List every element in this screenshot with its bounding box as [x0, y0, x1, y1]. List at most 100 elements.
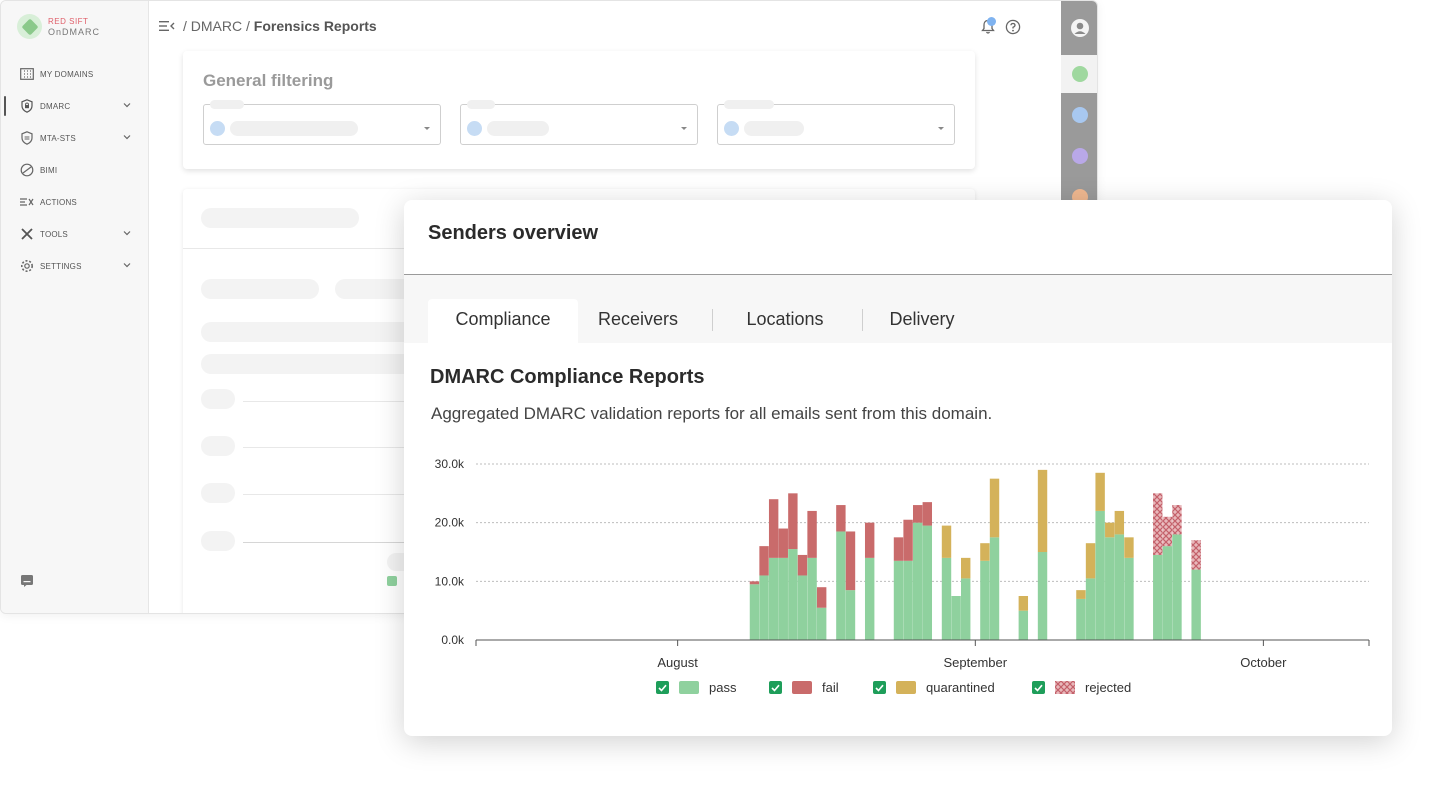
bar-segment-quarantined[interactable] — [1018, 596, 1029, 611]
bar-segment-pass[interactable] — [912, 522, 923, 640]
hardenize-app-icon[interactable] — [1061, 137, 1097, 175]
bar-segment-pass[interactable] — [951, 596, 961, 640]
breadcrumb: / DMARC / Forensics Reports — [183, 18, 377, 34]
chevron-down-icon[interactable] — [123, 229, 131, 238]
bar-segment-fail[interactable] — [836, 505, 846, 532]
bar-segment-quarantined[interactable] — [989, 478, 1000, 538]
bar-segment-pass[interactable] — [864, 557, 875, 640]
bar-segment-pass[interactable] — [749, 584, 760, 640]
tab-delivery[interactable]: Delivery — [874, 299, 970, 343]
bar-segment-pass[interactable] — [980, 560, 990, 640]
bar-segment-pass[interactable] — [1085, 578, 1096, 640]
bar-segment-pass[interactable] — [1114, 534, 1125, 640]
sidebar-item-bimi[interactable]: BIMI — [1, 154, 149, 186]
bar-segment-pass[interactable] — [778, 557, 788, 640]
bar-segment-quarantined[interactable] — [1037, 469, 1048, 552]
bar-segment-fail[interactable] — [912, 505, 923, 523]
bar-segment-pass[interactable] — [788, 549, 798, 640]
bar-segment-pass[interactable] — [941, 557, 952, 640]
legend-item-rejected[interactable]: rejected — [1032, 680, 1131, 695]
bar-segment-fail[interactable] — [778, 528, 788, 558]
bar-segment-pass[interactable] — [768, 557, 779, 640]
bar-segment-quarantined[interactable] — [1076, 590, 1086, 599]
bar-segment-quarantined[interactable] — [1105, 522, 1115, 538]
help-icon[interactable] — [1005, 19, 1021, 40]
bar-segment-pass[interactable] — [1153, 554, 1163, 640]
bar-segment-fail[interactable] — [807, 510, 817, 558]
legend-item-quarantined[interactable]: quarantined — [873, 680, 995, 695]
bar-segment-quarantined[interactable] — [1095, 472, 1105, 511]
legend-item-fail[interactable]: fail — [769, 680, 839, 695]
brand-trust-app-icon[interactable] — [1061, 96, 1097, 134]
bar-segment-fail[interactable] — [893, 537, 904, 561]
bar-segment-pass[interactable] — [961, 578, 971, 640]
legend-item-pass[interactable]: pass — [656, 680, 736, 695]
bar-segment-fail[interactable] — [759, 546, 769, 576]
chevron-down-icon[interactable] — [123, 133, 131, 142]
user-avatar-icon[interactable] — [1070, 18, 1090, 38]
bar-segment-pass[interactable] — [922, 525, 933, 640]
bar-segment-pass[interactable] — [1124, 557, 1134, 640]
bar-segment-pass[interactable] — [1076, 598, 1086, 640]
bar-segment-pass[interactable] — [759, 575, 769, 640]
bar-segment-rejected[interactable] — [1162, 516, 1173, 547]
bar-segment-fail[interactable] — [788, 493, 798, 550]
breadcrumb-parent[interactable]: DMARC — [191, 18, 242, 34]
bar-segment-pass[interactable] — [1037, 552, 1048, 640]
bar-segment-quarantined[interactable] — [980, 543, 990, 561]
sidebar-item-settings[interactable]: SETTINGS — [1, 250, 149, 282]
checkbox-checked-icon[interactable] — [1032, 681, 1045, 694]
bar-segment-rejected[interactable] — [1153, 493, 1163, 555]
sidebar-item-tools[interactable]: TOOLS — [1, 218, 149, 250]
bar-segment-pass[interactable] — [903, 560, 913, 640]
bar-segment-pass[interactable] — [1191, 569, 1201, 640]
bar-segment-pass[interactable] — [797, 575, 808, 640]
bar-segment-fail[interactable] — [768, 499, 779, 558]
bar-segment-fail[interactable] — [922, 502, 933, 526]
chat-icon[interactable] — [20, 574, 34, 593]
filter-select-1[interactable] — [203, 100, 441, 145]
filter-select-3[interactable] — [717, 100, 955, 145]
bar-segment-pass[interactable] — [845, 590, 856, 640]
bar-segment-rejected[interactable] — [1191, 540, 1201, 570]
bar-segment-rejected[interactable] — [1172, 505, 1182, 535]
logo: RED SIFT OnDMARC — [17, 14, 100, 39]
bar-segment-fail[interactable] — [816, 587, 827, 608]
sidebar-item-actions[interactable]: ACTIONS — [1, 186, 149, 218]
skeleton-placeholder — [201, 208, 359, 228]
bar-segment-quarantined[interactable] — [1085, 543, 1096, 579]
checkbox-checked-icon[interactable] — [769, 681, 782, 694]
checkbox-checked-icon[interactable] — [656, 681, 669, 694]
sidebar-item-dmarc[interactable]: DMARC — [1, 90, 149, 122]
bar-segment-pass[interactable] — [1172, 534, 1182, 640]
bar-segment-pass[interactable] — [893, 560, 904, 640]
bar-segment-pass[interactable] — [1162, 546, 1173, 640]
bar-segment-fail[interactable] — [749, 581, 760, 585]
bar-segment-quarantined[interactable] — [941, 525, 952, 558]
bar-segment-fail[interactable] — [903, 519, 913, 561]
sidebar-item-my-domains[interactable]: MY DOMAINS — [1, 58, 149, 90]
bar-segment-fail[interactable] — [797, 554, 808, 576]
bar-segment-pass[interactable] — [816, 607, 827, 640]
bar-segment-pass[interactable] — [807, 557, 817, 640]
chevron-down-icon[interactable] — [123, 261, 131, 270]
tab-compliance[interactable]: Compliance — [428, 299, 578, 343]
checkbox-checked-icon[interactable] — [873, 681, 886, 694]
ondmarc-app-icon[interactable] — [1061, 55, 1097, 93]
bar-segment-quarantined[interactable] — [1114, 510, 1125, 535]
tab-receivers[interactable]: Receivers — [578, 299, 698, 343]
bar-segment-pass[interactable] — [1105, 537, 1115, 640]
sidebar-item-mta-sts[interactable]: MTA-STS — [1, 122, 149, 154]
filter-select-2[interactable] — [460, 100, 698, 145]
bar-segment-pass[interactable] — [1095, 510, 1105, 640]
chevron-down-icon[interactable] — [123, 101, 131, 110]
tab-locations[interactable]: Locations — [726, 299, 844, 343]
bar-segment-fail[interactable] — [864, 522, 875, 558]
bar-segment-fail[interactable] — [845, 531, 856, 591]
collapse-menu-icon[interactable] — [159, 19, 175, 38]
bar-segment-pass[interactable] — [989, 537, 1000, 640]
bar-segment-quarantined[interactable] — [961, 557, 971, 579]
bar-segment-pass[interactable] — [836, 531, 846, 640]
bar-segment-pass[interactable] — [1018, 610, 1029, 640]
bar-segment-quarantined[interactable] — [1124, 537, 1134, 558]
